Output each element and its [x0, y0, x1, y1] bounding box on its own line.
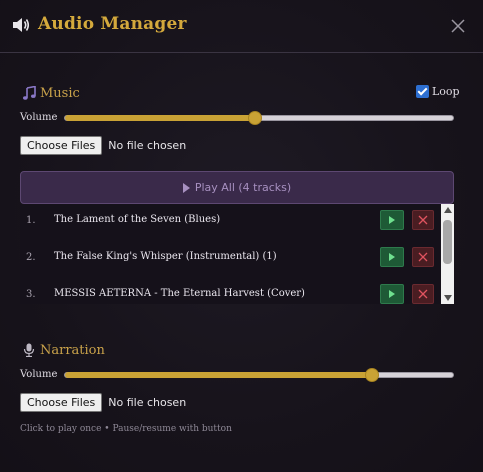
track-play-button[interactable] — [380, 284, 404, 304]
music-volume-thumb[interactable] — [248, 111, 262, 125]
narration-volume-thumb[interactable] — [365, 368, 379, 382]
speaker-volume-icon — [13, 18, 30, 32]
track-delete-button[interactable] — [412, 284, 434, 304]
close-icon[interactable] — [449, 17, 467, 35]
loop-checkbox[interactable] — [416, 85, 429, 98]
dialog-title: Audio Manager — [38, 14, 187, 34]
play-icon — [182, 182, 190, 193]
music-volume-label: Volume — [20, 112, 58, 123]
narration-volume-label: Volume — [20, 369, 58, 380]
track-delete-button[interactable] — [412, 210, 434, 230]
music-file-status: No file chosen — [108, 139, 187, 152]
music-choose-files-button[interactable]: Choose Files — [20, 136, 103, 155]
play-icon — [389, 253, 395, 261]
music-file-picker: Choose Files No file chosen — [20, 136, 186, 155]
microphone-icon — [23, 343, 35, 357]
x-icon — [418, 289, 428, 299]
play-icon — [389, 216, 395, 224]
track-list-scrollbar[interactable] — [441, 204, 454, 304]
x-icon — [418, 215, 428, 225]
track-name: The False King's Whisper (Instrumental) … — [54, 251, 277, 262]
track-list: 1. The Lament of the Seven (Blues) 2. Th… — [20, 204, 454, 304]
dialog-header: Audio Manager — [0, 0, 483, 53]
play-icon — [389, 290, 395, 298]
track-row[interactable]: 3. MESSIS AETERNA - The Eternal Harvest … — [20, 278, 440, 304]
audio-manager-dialog: Audio Manager Music Loop Volume Choose F… — [0, 0, 483, 472]
track-number: 1. — [26, 215, 36, 226]
track-delete-button[interactable] — [412, 247, 434, 267]
track-play-button[interactable] — [380, 247, 404, 267]
track-row[interactable]: 1. The Lament of the Seven (Blues) — [20, 204, 440, 240]
music-volume-slider[interactable] — [64, 111, 454, 125]
loop-label: Loop — [432, 85, 460, 98]
narration-choose-files-button[interactable]: Choose Files — [20, 393, 103, 412]
track-row[interactable]: 2. The False King's Whisper (Instrumenta… — [20, 241, 440, 277]
narration-hint: Click to play once • Pause/resume with b… — [20, 424, 232, 434]
track-number: 2. — [26, 252, 36, 263]
scroll-up-arrow-icon[interactable] — [444, 207, 452, 213]
narration-volume-slider[interactable] — [64, 368, 454, 382]
music-heading: Music — [40, 86, 80, 101]
play-all-label: Play All (4 tracks) — [194, 181, 292, 194]
loop-toggle[interactable]: Loop — [416, 85, 460, 98]
scroll-down-arrow-icon[interactable] — [444, 295, 452, 301]
music-volume-fill — [65, 115, 255, 121]
music-note-icon — [23, 86, 36, 100]
track-name: MESSIS AETERNA - The Eternal Harvest (Co… — [54, 288, 305, 299]
scroll-thumb[interactable] — [443, 220, 452, 264]
track-number: 3. — [26, 289, 36, 300]
narration-file-picker: Choose Files No file chosen — [20, 393, 186, 412]
narration-heading: Narration — [40, 343, 105, 358]
narration-volume-fill — [65, 372, 372, 378]
x-icon — [418, 252, 428, 262]
narration-file-status: No file chosen — [108, 396, 187, 409]
track-name: The Lament of the Seven (Blues) — [54, 214, 221, 225]
track-play-button[interactable] — [380, 210, 404, 230]
play-all-button[interactable]: Play All (4 tracks) — [20, 171, 454, 204]
